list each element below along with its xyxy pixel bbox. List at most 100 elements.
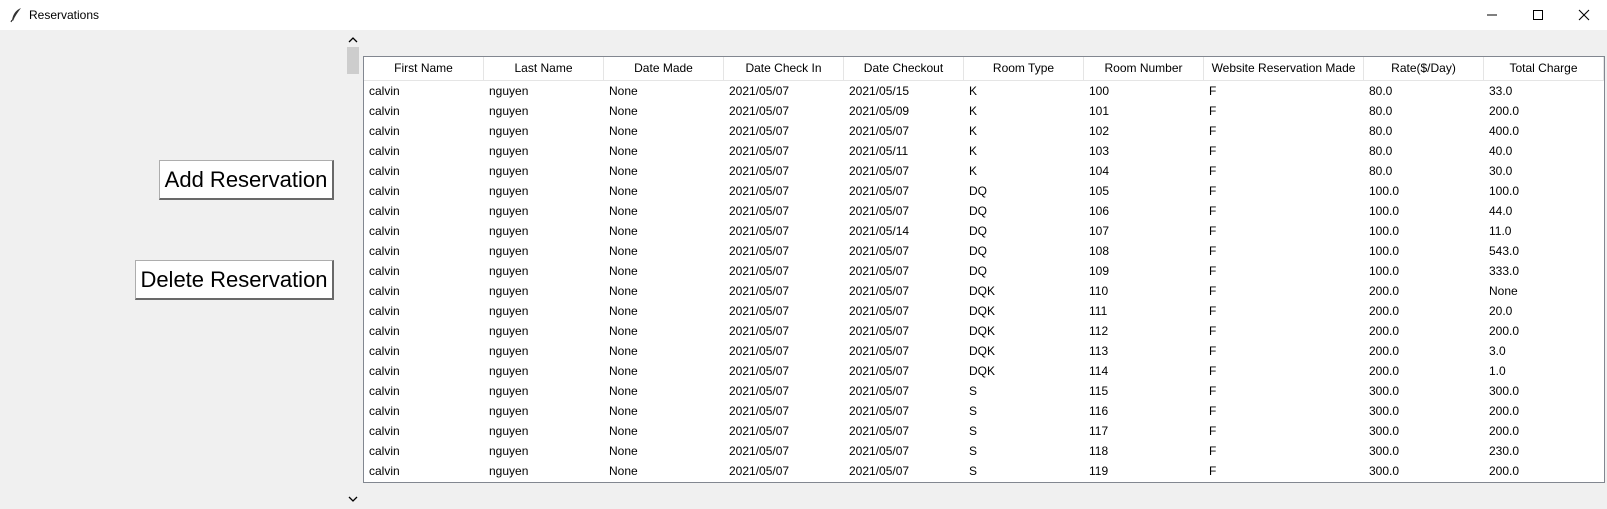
table-cell: 110 xyxy=(1089,284,1109,298)
table-cell: 116 xyxy=(1089,404,1109,418)
table-cell: 300.0 xyxy=(1369,404,1400,418)
column-header[interactable]: Room Type xyxy=(964,57,1084,81)
table-cell: None xyxy=(609,324,638,338)
table-row[interactable]: calvin nguyen None 2021/05/07 2021/05/11 K 103… xyxy=(364,141,1604,161)
table-cell: DQ xyxy=(969,244,987,258)
chevron-down-icon[interactable] xyxy=(347,493,359,505)
table-cell: DQK xyxy=(969,304,996,318)
table-cell: 2021/05/07 xyxy=(849,264,910,278)
vertical-scrollbar[interactable] xyxy=(343,30,363,509)
table-row[interactable]: calvin nguyen None 2021/05/07 2021/05/07 K 104… xyxy=(364,161,1604,181)
table-cell: 100.0 xyxy=(1369,184,1400,198)
table-row[interactable]: calvin nguyen None 2021/05/07 2021/05/07 DQK 1… xyxy=(364,301,1604,321)
table-cell: 2021/05/07 xyxy=(729,424,790,438)
table-cell: DQK xyxy=(969,344,996,358)
table-cell: calvin xyxy=(369,384,400,398)
table-cell: 2021/05/07 xyxy=(849,424,910,438)
table-cell: 40.0 xyxy=(1489,144,1513,158)
table-cell: calvin xyxy=(369,464,400,478)
table-cell: None xyxy=(609,104,638,118)
table-row[interactable]: calvin nguyen None 2021/05/07 2021/05/07 K 102… xyxy=(364,121,1604,141)
table-cell: 102 xyxy=(1089,124,1110,138)
reservations-table[interactable]: First Name Last Name Date Made Date Check I… xyxy=(363,56,1605,483)
column-header[interactable]: Website Reservation Made xyxy=(1204,57,1364,81)
table-cell: None xyxy=(609,444,638,458)
table-cell: nguyen xyxy=(489,124,529,138)
table-cell: 20.0 xyxy=(1489,304,1513,318)
table-cell: 200.0 xyxy=(1369,364,1400,378)
table-cell: 300.0 xyxy=(1489,384,1520,398)
column-header[interactable]: Date Made xyxy=(604,57,724,81)
table-cell: 2021/05/07 xyxy=(729,224,790,238)
table-cell: nguyen xyxy=(489,464,529,478)
table-cell: 3.0 xyxy=(1489,344,1506,358)
table-row[interactable]: calvin nguyen None 2021/05/07 2021/05/07 DQ 10… xyxy=(364,201,1604,221)
table-cell: nguyen xyxy=(489,364,529,378)
table-cell: 200.0 xyxy=(1489,464,1520,478)
table-cell: nguyen xyxy=(489,304,529,318)
table-cell: 112 xyxy=(1089,324,1109,338)
chevron-up-icon[interactable] xyxy=(347,34,359,46)
table-cell: None xyxy=(609,424,638,438)
table-cell: 200.0 xyxy=(1369,304,1400,318)
minimize-button[interactable] xyxy=(1469,0,1515,30)
table-cell: 111 xyxy=(1089,304,1108,318)
maximize-button[interactable] xyxy=(1515,0,1561,30)
close-button[interactable] xyxy=(1561,0,1607,30)
table-cell: K xyxy=(969,84,978,98)
table-row[interactable]: calvin nguyen None 2021/05/07 2021/05/07 S 115… xyxy=(364,381,1604,401)
table-cell: 2021/05/07 xyxy=(729,284,790,298)
column-header[interactable]: Date Check In xyxy=(724,57,844,81)
table-cell: DQ xyxy=(969,204,987,218)
table-row[interactable]: calvin nguyen None 2021/05/07 2021/05/15 K 100… xyxy=(364,81,1604,101)
table-row[interactable]: calvin nguyen None 2021/05/07 2021/05/07 S 118… xyxy=(364,441,1604,461)
table-row[interactable]: calvin nguyen None 2021/05/07 2021/05/09 K 101… xyxy=(364,101,1604,121)
scrollbar-thumb[interactable] xyxy=(347,47,359,74)
table-cell: S xyxy=(969,404,978,418)
table-cell: DQK xyxy=(969,284,996,298)
delete-reservation-button[interactable]: Delete Reservation xyxy=(135,260,334,300)
table-cell: None xyxy=(609,244,638,258)
table-cell: 2021/05/07 xyxy=(849,384,910,398)
table-cell: calvin xyxy=(369,224,400,238)
table-cell: nguyen xyxy=(489,204,529,218)
table-cell: nguyen xyxy=(489,344,529,358)
add-reservation-button[interactable]: Add Reservation xyxy=(159,160,334,200)
column-header[interactable]: First Name xyxy=(364,57,484,81)
table-row[interactable]: calvin nguyen None 2021/05/07 2021/05/07 S 116… xyxy=(364,401,1604,421)
table-cell: 117 xyxy=(1089,424,1109,438)
title-bar: Reservations xyxy=(0,0,1607,30)
table-row[interactable]: calvin nguyen None 2021/05/07 2021/05/14 DQ 10… xyxy=(364,221,1604,241)
table-row[interactable]: calvin nguyen None 2021/05/07 2021/05/07 DQK 1… xyxy=(364,281,1604,301)
table-row[interactable]: calvin nguyen None 2021/05/07 2021/05/07 S 119… xyxy=(364,461,1604,481)
table-cell: None xyxy=(609,184,638,198)
table-cell: 300.0 xyxy=(1369,384,1400,398)
table-cell: 2021/05/07 xyxy=(849,204,910,218)
table-cell: nguyen xyxy=(489,104,529,118)
column-header[interactable]: Rate($/Day) xyxy=(1364,57,1484,81)
column-header[interactable]: Last Name xyxy=(484,57,604,81)
table-cell: F xyxy=(1209,364,1217,378)
column-header[interactable]: Total Charge xyxy=(1484,57,1604,81)
table-row[interactable]: calvin nguyen None 2021/05/07 2021/05/07 DQK 1… xyxy=(364,361,1604,381)
maximize-icon xyxy=(1533,10,1543,20)
table-row[interactable]: calvin nguyen None 2021/05/07 2021/05/07 DQK 1… xyxy=(364,321,1604,341)
table-cell: nguyen xyxy=(489,144,529,158)
table-cell: calvin xyxy=(369,244,400,258)
table-cell: 543.0 xyxy=(1489,244,1520,258)
table-cell: 2021/05/07 xyxy=(849,444,910,458)
table-cell: calvin xyxy=(369,104,400,118)
table-row[interactable]: calvin nguyen None 2021/05/07 2021/05/07 DQ 10… xyxy=(364,181,1604,201)
column-header[interactable]: Room Number xyxy=(1084,57,1204,81)
table-cell: None xyxy=(609,224,638,238)
table-row[interactable]: calvin nguyen None 2021/05/07 2021/05/07 DQ 10… xyxy=(364,241,1604,261)
table-row[interactable]: calvin nguyen None 2021/05/07 2021/05/07 DQK 1… xyxy=(364,341,1604,361)
table-cell: F xyxy=(1209,104,1217,118)
table-cell: nguyen xyxy=(489,224,529,238)
table-row[interactable]: calvin nguyen None 2021/05/07 2021/05/07 DQ 10… xyxy=(364,261,1604,281)
table-row[interactable]: calvin nguyen None 2021/05/07 2021/05/07 S 117… xyxy=(364,421,1604,441)
column-header[interactable]: Date Checkout xyxy=(844,57,964,81)
table-cell: calvin xyxy=(369,264,400,278)
table-cell: nguyen xyxy=(489,164,529,178)
table-cell: None xyxy=(609,204,638,218)
